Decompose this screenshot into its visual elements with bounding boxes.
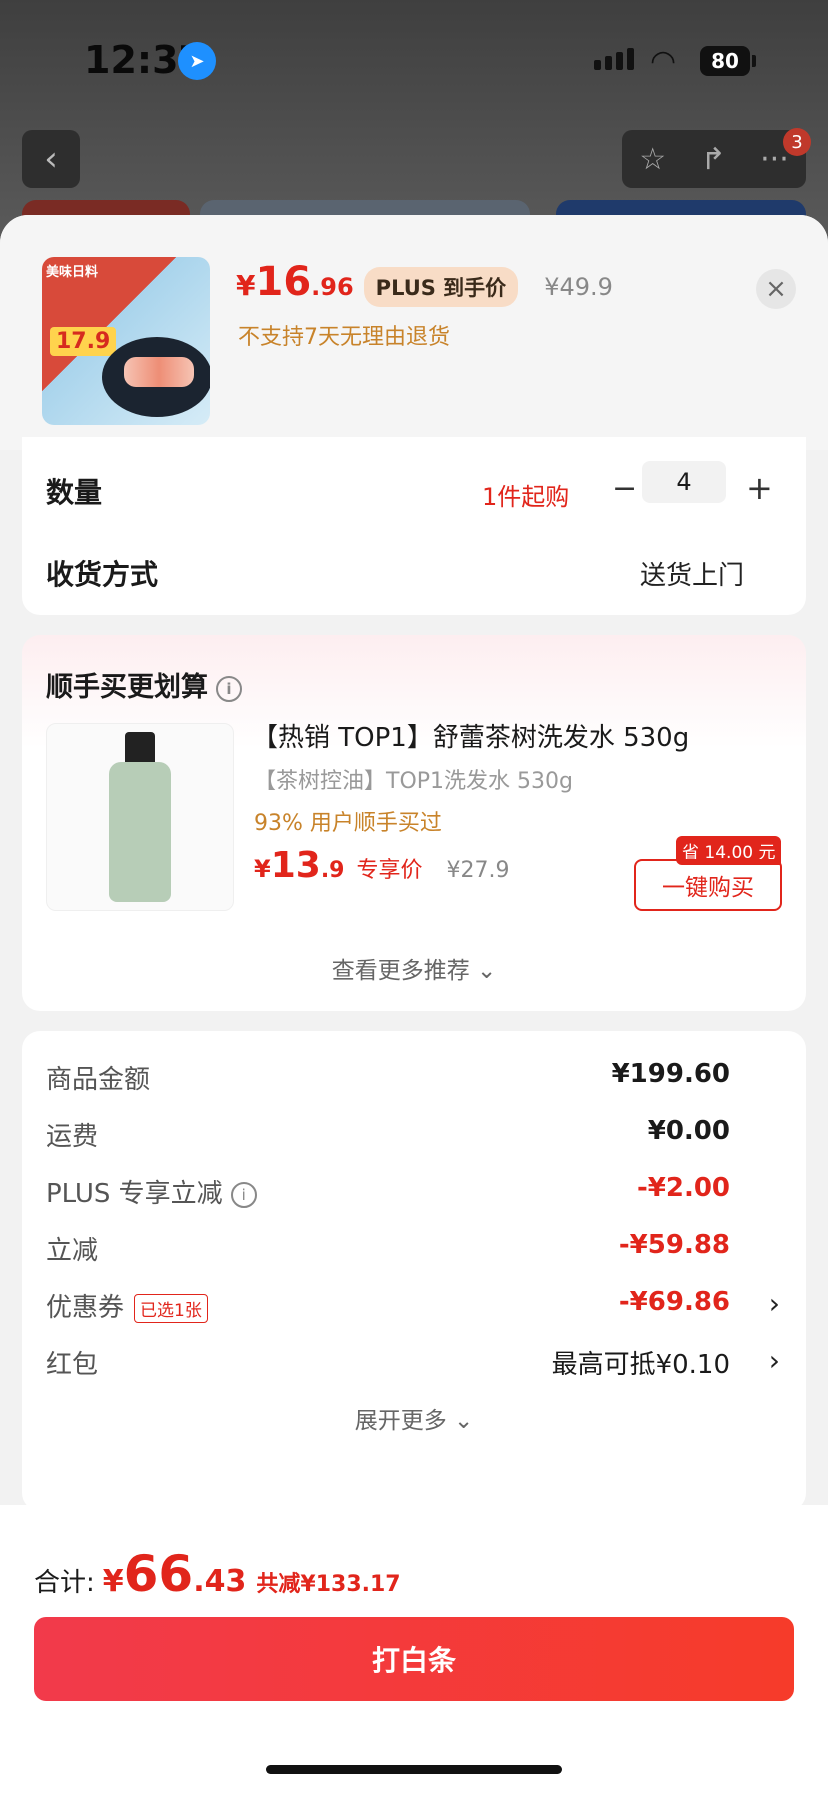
price-integer: 16 [255,259,312,305]
fee-label: 运费 [46,1122,99,1152]
fee-row-plus-discount: PLUS 专享立减 i -¥2.00 [46,1173,786,1213]
fee-label: 商品金额 [46,1065,151,1095]
total-label: 合计: [34,1568,95,1598]
share-icon[interactable]: ↱ [701,142,726,177]
fee-value: ¥0.00 [647,1116,730,1146]
recommend-title-text: 顺手买更划算 [46,672,208,703]
quantity-label: 数量 [46,476,103,509]
fee-label-text: PLUS 专享立减 [46,1179,223,1209]
fee-row-goods: 商品金额 ¥199.60 [46,1059,786,1099]
fee-row-coupon[interactable]: 优惠券 已选1张 -¥69.86 › [46,1287,786,1327]
fee-row-shipping: 运费 ¥0.00 [46,1116,786,1156]
purchase-sheet: 美味日料 17.9 ¥ 16 .96 PLUS 到手价 ¥49.9 不支持7天无… [0,215,828,1796]
chevron-right-icon: › [768,1287,780,1320]
info-icon[interactable]: i [216,675,242,702]
quantity-minus-button[interactable]: − [612,471,637,506]
total-decimal: .43 [193,1564,247,1599]
return-notice: 不支持7天无理由退货 [238,325,450,350]
recommend-title: 顺手买更划算 i [46,665,242,704]
product-header: 美味日料 17.9 ¥ 16 .96 PLUS 到手价 ¥49.9 不支持7天无… [0,215,828,450]
price-symbol: ¥ [254,855,271,883]
signal-icon [594,48,634,70]
fee-row-red-packet[interactable]: 红包 最高可抵¥0.10 › [46,1344,786,1384]
fee-value: ¥199.60 [611,1059,730,1089]
more-recommend-text: 查看更多推荐 [331,958,470,984]
thumbnail-tag: 美味日料 [46,265,99,280]
one-click-buy-button[interactable]: 一键购买 [634,859,782,911]
delivery-label: 收货方式 [46,558,159,591]
bottle-graphic [109,762,171,902]
star-icon[interactable]: ☆ [639,142,666,177]
recommend-item-title[interactable]: 【热销 TOP1】舒蕾茶树洗发水 530g [252,717,689,754]
pay-button[interactable]: 打白条 [34,1617,794,1701]
thumbnail-price: 17.9 [50,327,117,356]
recommend-thumbnail[interactable] [46,723,234,911]
notification-badge: 3 [783,128,811,156]
total-integer: 66 [123,1545,194,1603]
total-symbol: ¥ [102,1564,124,1599]
price-symbol: ¥ [236,269,256,302]
fee-label-text: 优惠券 [46,1293,125,1323]
coupon-selected-tag: 已选1张 [134,1294,208,1323]
chevron-right-icon: › [768,1344,780,1377]
home-indicator [266,1765,562,1774]
quantity-plus-button[interactable]: + [746,469,773,507]
recommend-price: ¥ 13 .9 专享价 ¥27.9 [254,845,509,886]
fee-summary-card: 商品金额 ¥199.60 运费 ¥0.00 PLUS 专享立减 i -¥2.00 … [22,1031,806,1511]
price-label: 专享价 [356,858,423,883]
plus-price-badge: PLUS 到手价 [363,267,519,307]
info-icon[interactable]: i [230,1181,257,1208]
wifi-icon: ◠ [650,44,677,79]
bottle-pump-graphic [125,732,155,766]
more-recommend-link[interactable]: 查看更多推荐 ⌄ [22,951,806,985]
product-thumbnail: 美味日料 17.9 [42,257,210,425]
fee-value: 最高可抵¥0.10 [551,1350,730,1380]
expand-more-link[interactable]: 展开更多 ⌄ [22,1401,806,1435]
battery-cap [752,55,756,67]
battery-level: 80 [711,49,739,73]
price-decimal: .9 [320,858,345,883]
chevron-down-icon: ⌄ [454,1408,474,1434]
close-icon[interactable]: × [756,269,796,309]
battery-icon: 80 [700,46,750,76]
nav-actions: ☆ ↱ ··· [622,130,806,188]
recommendation-card: 顺手买更划算 i 【热销 TOP1】舒蕾茶树洗发水 530g 【茶树控油】TOP1… [22,635,806,1011]
product-price: ¥ 16 .96 PLUS 到手价 ¥49.9 [236,259,613,307]
fee-label: 红包 [46,1350,99,1380]
chevron-down-icon: ⌄ [477,958,497,984]
original-price: ¥27.9 [446,858,510,883]
fee-label: 立减 [46,1236,99,1266]
price-integer: 13 [270,845,321,886]
quantity-input[interactable]: 4 [642,461,726,503]
fee-value: -¥59.88 [618,1230,730,1260]
original-price: ¥49.9 [544,273,613,301]
expand-more-text: 展开更多 [354,1408,447,1434]
fee-value: -¥2.00 [636,1173,730,1203]
min-quantity-notice: 1件起购 [482,483,570,511]
fee-row-discount: 立减 -¥59.88 [46,1230,786,1270]
delivery-method[interactable]: 送货上门 [640,555,744,592]
checkout-footer: 合计: ¥ 66 .43 共减¥133.17 打白条 [0,1505,828,1796]
location-arrow-icon: ➤ [178,42,216,80]
order-total: 合计: ¥ 66 .43 共减¥133.17 [34,1545,401,1603]
recommend-bought-text: 93% 用户顺手买过 [254,811,442,836]
fee-label: 优惠券 已选1张 [46,1287,208,1324]
status-bar: 12:37 ➤ ◠ 80 [0,0,828,120]
sushi-graphic [124,357,194,387]
fee-value: -¥69.86 [618,1287,730,1317]
total-saved: 共减¥133.17 [256,1572,401,1597]
price-decimal: .96 [311,273,354,301]
fee-label: PLUS 专享立减 i [46,1173,257,1210]
back-arrow-icon[interactable]: ‹ [22,130,80,188]
recommend-item-subtitle: 【茶树控油】TOP1洗发水 530g [254,769,573,794]
quantity-delivery-card: 数量 1件起购 − 4 + 收货方式 送货上门 [22,437,806,615]
